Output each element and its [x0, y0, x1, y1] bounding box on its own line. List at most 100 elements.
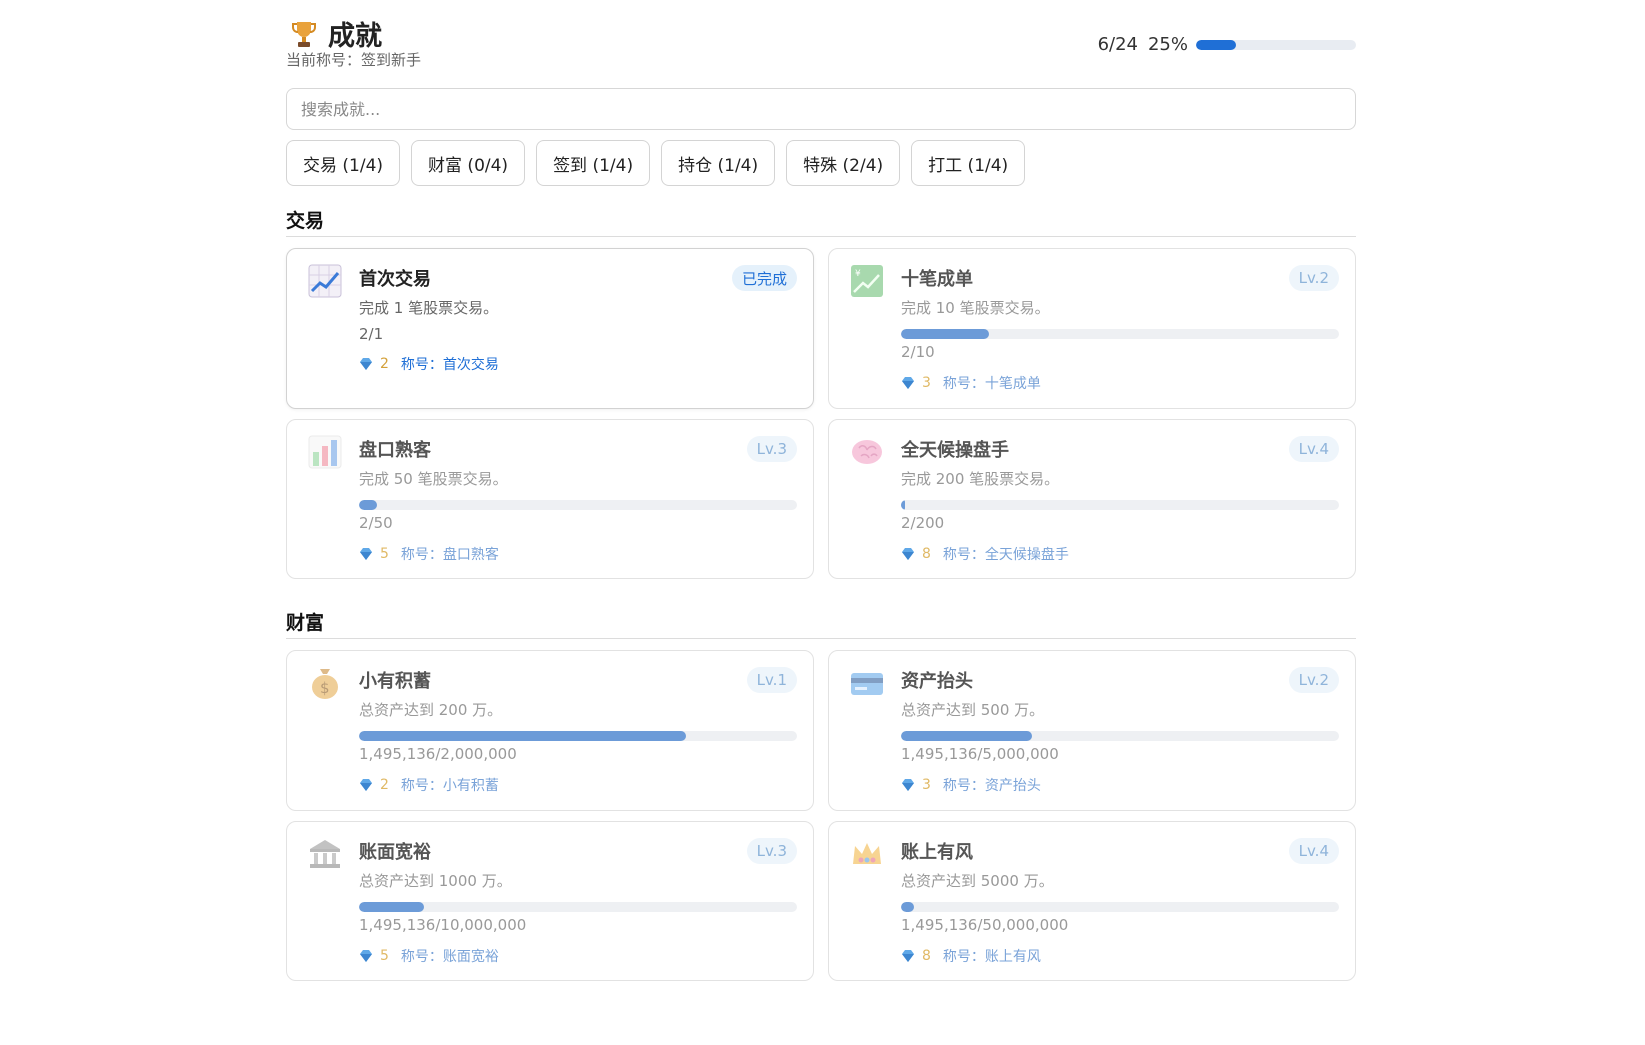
svg-text:¥: ¥	[855, 269, 861, 279]
filter-button[interactable]: 持仓 (1/4)	[661, 140, 776, 186]
achievement-progress-fill	[359, 731, 687, 741]
gem-icon	[902, 950, 914, 962]
achievement-progress-fill	[901, 500, 906, 510]
gem-icon	[360, 779, 372, 791]
reward-title: 称号：全天候操盘手	[942, 547, 1069, 563]
reward-amount: 3	[922, 777, 931, 793]
achievement-progress-fill	[359, 902, 425, 912]
level-badge: Lv.2	[1288, 265, 1339, 291]
achievement-description: 总资产达到 500 万。	[901, 701, 1045, 719]
reward-amount: 8	[922, 546, 931, 562]
achievement-progress-text: 2/200	[901, 514, 945, 532]
reward-title: 称号：资产抬头	[942, 778, 1041, 794]
reward-amount: 5	[380, 948, 389, 964]
completed-badge: 已完成	[731, 265, 797, 291]
title-row: 成就	[292, 14, 382, 53]
page-title: 成就	[328, 21, 382, 52]
reward-row: 2 称号：首次交易	[359, 354, 499, 374]
reward-amount: 2	[380, 777, 389, 793]
reward-title: 称号：盘口熟客	[400, 547, 499, 563]
achievement-name: 盘口熟客	[359, 440, 431, 461]
achievement-name: 账面宽裕	[359, 842, 431, 863]
achievement-card[interactable]: ¥ 十笔成单 Lv.2 完成 10 笔股票交易。 2/10 3 称号：十笔成单	[828, 248, 1356, 409]
overall-progress-fill	[1196, 39, 1236, 50]
achievement-progress-bar	[359, 731, 797, 741]
achievement-card[interactable]: 全天候操盘手 Lv.4 完成 200 笔股票交易。 2/200 8 称号：全天候操盘手	[828, 419, 1356, 579]
reward-row: 8 称号：全天候操盘手	[901, 544, 1069, 564]
reward-row: 8 称号：账上有风	[901, 946, 1041, 966]
reward-title: 称号：首次交易	[400, 357, 499, 373]
achievement-description: 完成 200 笔股票交易。	[901, 470, 1060, 488]
level-badge: Lv.4	[1288, 436, 1339, 462]
credit-card-icon	[851, 673, 883, 695]
progress-count: 6/24	[1097, 34, 1138, 55]
bar-chart-icon	[308, 435, 342, 469]
overall-progress-bar	[1196, 39, 1356, 50]
reward-amount: 5	[380, 546, 389, 562]
level-badge: Lv.1	[746, 667, 797, 693]
achievement-card[interactable]: $ 小有积蓄 Lv.1 总资产达到 200 万。 1,495,136/2,000,000…	[286, 650, 814, 811]
filter-button[interactable]: 特殊 (2/4)	[786, 140, 901, 186]
reward-amount: 2	[380, 356, 389, 372]
progress-percent: 25%	[1147, 34, 1188, 55]
achievement-description: 总资产达到 1000 万。	[359, 872, 512, 890]
achievement-card[interactable]: 账上有风 Lv.4 总资产达到 5000 万。 1,495,136/50,000,00…	[828, 821, 1356, 981]
filter-button[interactable]: 签到 (1/4)	[536, 140, 651, 186]
gem-icon	[902, 548, 914, 560]
achievement-progress-fill	[901, 902, 915, 912]
achievement-progress-text: 2/10	[901, 343, 935, 361]
achievement-card[interactable]: 资产抬头 Lv.2 总资产达到 500 万。 1,495,136/5,000,000 3…	[828, 650, 1356, 811]
achievement-description: 完成 50 笔股票交易。	[359, 470, 508, 488]
filter-button[interactable]: 交易 (1/4)	[286, 140, 401, 186]
achievements-page: 成就 当前称号：签到新手 6/24 25% 交易 (1/4)财富 (0/4)签到…	[286, 0, 1356, 981]
gem-icon	[360, 358, 372, 370]
achievement-progress-text: 1,495,136/2,000,000	[359, 745, 517, 763]
brain-icon	[852, 440, 882, 464]
section-title: 交易	[286, 210, 325, 232]
achievement-progress-bar	[901, 329, 1339, 339]
achievement-progress-text: 2/50	[359, 514, 393, 532]
achievement-description: 总资产达到 5000 万。	[901, 872, 1054, 890]
reward-amount: 3	[922, 375, 931, 391]
yen-chart-icon: ¥	[851, 265, 883, 297]
bank-icon	[310, 840, 340, 868]
chart-increasing-icon	[308, 264, 342, 298]
section-divider	[286, 638, 1356, 639]
achievement-card[interactable]: 首次交易 已完成 完成 1 笔股票交易。 2/1 2 称号：首次交易	[286, 248, 814, 409]
filter-button[interactable]: 财富 (0/4)	[411, 140, 526, 186]
reward-title: 称号：账面宽裕	[400, 949, 499, 965]
reward-row: 3 称号：十笔成单	[901, 373, 1041, 393]
achievement-name: 全天候操盘手	[901, 440, 1009, 461]
achievement-name: 首次交易	[359, 269, 431, 290]
achievement-progress-fill	[359, 500, 377, 510]
achievement-card[interactable]: 盘口熟客 Lv.3 完成 50 笔股票交易。 2/50 5 称号：盘口熟客	[286, 419, 814, 579]
achievement-description: 完成 1 笔股票交易。	[359, 299, 499, 317]
reward-amount: 8	[922, 948, 931, 964]
achievement-name: 账上有风	[901, 842, 973, 863]
achievement-progress-bar	[359, 500, 797, 510]
header: 成就 当前称号：签到新手 6/24 25%	[286, 0, 1356, 80]
section-divider	[286, 236, 1356, 237]
filter-button[interactable]: 打工 (1/4)	[911, 140, 1026, 186]
reward-title: 称号：账上有风	[942, 949, 1041, 965]
achievement-card[interactable]: 账面宽裕 Lv.3 总资产达到 1000 万。 1,495,136/10,000,00…	[286, 821, 814, 981]
overall-progress: 6/24 25%	[1098, 34, 1356, 55]
category-filters: 交易 (1/4) 财富 (0/4) 签到 (1/4) 持仓 (1/4) 特殊 (2/4)…	[286, 140, 1026, 186]
achievement-progress-text: 1,495,136/50,000,000	[901, 916, 1069, 934]
achievement-description: 总资产达到 200 万。	[359, 701, 503, 719]
achievement-progress-text: 1,495,136/5,000,000	[901, 745, 1059, 763]
svg-text:$: $	[320, 679, 330, 697]
search-input[interactable]	[286, 88, 1356, 130]
money-bag-icon: $	[312, 669, 338, 699]
level-badge: Lv.3	[746, 436, 797, 462]
achievement-progress-bar	[901, 500, 1339, 510]
gem-icon	[902, 377, 914, 389]
achievement-name: 小有积蓄	[359, 671, 431, 692]
achievement-progress-bar	[901, 731, 1339, 741]
gem-icon	[902, 779, 914, 791]
achievement-name: 十笔成单	[901, 269, 973, 290]
reward-row: 2 称号：小有积蓄	[359, 775, 499, 795]
reward-title: 称号：十笔成单	[942, 376, 1041, 392]
current-title: 当前称号：签到新手	[286, 51, 422, 69]
gem-icon	[360, 548, 372, 560]
